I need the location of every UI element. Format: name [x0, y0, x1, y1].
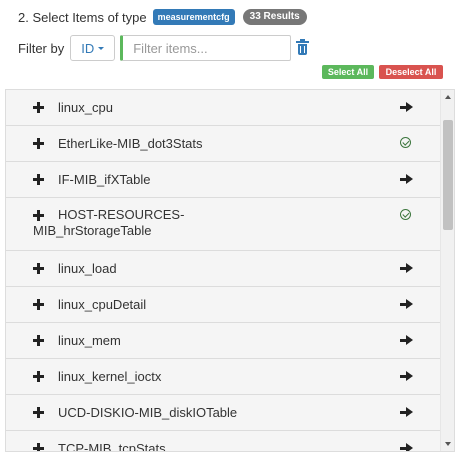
list-item[interactable]: linux_mem — [6, 323, 440, 359]
list-item[interactable]: IF-MIB_ifXTable — [6, 162, 440, 198]
plus-icon[interactable] — [33, 299, 44, 310]
plus-icon[interactable] — [33, 443, 44, 451]
list-item-label: IF-MIB_ifXTable — [58, 172, 151, 187]
filter-field-dropdown[interactable]: ID — [70, 35, 116, 61]
trash-icon[interactable] — [296, 38, 310, 56]
items-list-panel[interactable]: linux_cpu EtherLike-MIB_dot3Stats IF-MIB_i… — [5, 89, 455, 452]
filter-input[interactable] — [120, 35, 292, 61]
arrow-right-icon[interactable] — [400, 299, 413, 310]
plus-icon[interactable] — [33, 407, 44, 418]
list-item[interactable]: EtherLike-MIB_dot3Stats — [6, 126, 440, 162]
list-item-label: linux_cpuDetail — [58, 297, 147, 312]
arrow-right-icon[interactable] — [400, 443, 413, 451]
results-count-badge: 33 Results — [242, 9, 307, 25]
arrow-right-icon[interactable] — [400, 102, 413, 113]
list-item-label: EtherLike-MIB_dot3Stats — [58, 136, 203, 151]
step-header: 2. Select Items of type measurementcfg 3… — [18, 8, 307, 26]
deselect-all-button[interactable]: Deselect All — [379, 65, 443, 79]
list-item-label: HOST-RESOURCES-MIB_hrStorageTable — [33, 207, 185, 238]
arrow-right-icon[interactable] — [400, 371, 413, 382]
list-scrollbar[interactable] — [440, 90, 454, 451]
check-circle-icon — [400, 209, 411, 220]
plus-icon[interactable] — [33, 335, 44, 346]
list-item[interactable]: TCP-MIB_tcpStats — [6, 431, 440, 452]
plus-icon[interactable] — [33, 138, 44, 149]
list-item-label: linux_load — [58, 261, 117, 276]
list-item[interactable]: linux_cpuDetail — [6, 287, 440, 323]
arrow-right-icon[interactable] — [400, 407, 413, 418]
list-item[interactable]: UCD-DISKIO-MIB_diskIOTable — [6, 395, 440, 431]
list-item[interactable]: HOST-RESOURCES-MIB_hrStorageTable — [6, 198, 440, 251]
scroll-up-icon[interactable] — [445, 95, 451, 99]
list-item-label: linux_cpu — [58, 100, 113, 115]
items-list: linux_cpu EtherLike-MIB_dot3Stats IF-MIB_i… — [6, 90, 440, 452]
list-item-label: TCP-MIB_tcpStats — [58, 441, 166, 452]
list-item-label: UCD-DISKIO-MIB_diskIOTable — [58, 405, 238, 420]
filter-label: Filter by — [18, 40, 65, 56]
list-item[interactable]: linux_kernel_ioctx — [6, 359, 440, 395]
arrow-right-icon[interactable] — [400, 174, 413, 185]
plus-icon[interactable] — [33, 102, 44, 113]
select-all-button[interactable]: Select All — [322, 65, 374, 79]
list-item-label: linux_kernel_ioctx — [58, 369, 162, 384]
plus-icon[interactable] — [33, 263, 44, 274]
arrow-right-icon[interactable] — [400, 335, 413, 346]
arrow-right-icon[interactable] — [400, 263, 413, 274]
plus-icon[interactable] — [33, 371, 44, 382]
check-circle-icon — [400, 137, 411, 148]
list-item[interactable]: linux_load — [6, 251, 440, 287]
list-item[interactable]: linux_cpu — [6, 90, 440, 126]
scroll-down-icon[interactable] — [445, 442, 451, 446]
step-title: 2. Select Items of type — [18, 9, 147, 25]
type-badge: measurementcfg — [152, 9, 235, 25]
plus-icon[interactable] — [33, 174, 44, 185]
list-item-label: linux_mem — [58, 333, 121, 348]
caret-down-icon — [98, 46, 105, 50]
filter-field-label: ID — [81, 40, 95, 56]
filter-row: Filter by ID — [18, 34, 310, 62]
scrollbar-thumb[interactable] — [443, 120, 453, 230]
